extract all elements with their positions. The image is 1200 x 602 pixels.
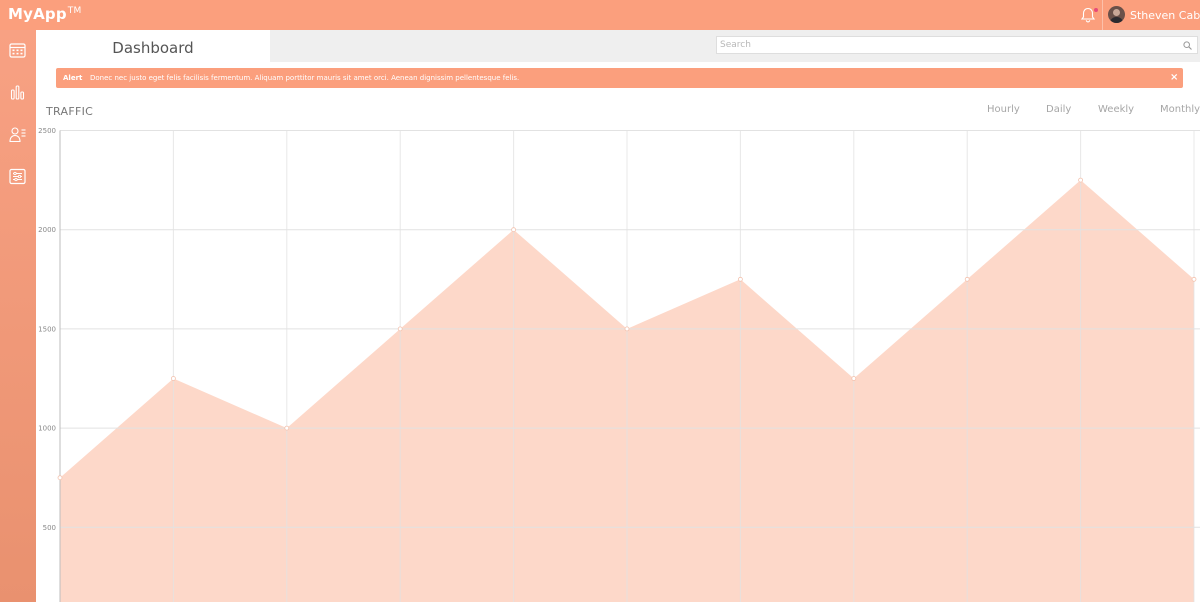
range-monthly[interactable]: Monthly bbox=[1160, 104, 1200, 115]
notification-dot bbox=[1094, 8, 1098, 12]
traffic-chart: 500 1000 1500 2000 2500 bbox=[38, 127, 1200, 602]
data-point bbox=[738, 276, 743, 282]
search-box bbox=[716, 36, 1198, 54]
alert-label: Alert bbox=[63, 74, 83, 82]
user-list-icon[interactable] bbox=[8, 125, 27, 144]
calendar-icon[interactable] bbox=[8, 41, 27, 60]
avatar[interactable] bbox=[1108, 6, 1125, 23]
traffic-title: TRAFFIC bbox=[46, 105, 94, 118]
y-tick-label: 2000 bbox=[38, 226, 56, 234]
bar-chart-icon[interactable] bbox=[8, 83, 27, 102]
settings-panel-icon[interactable] bbox=[8, 167, 27, 186]
alert-banner: Alert Donec nec justo eget felis facilis… bbox=[56, 68, 1183, 88]
data-point bbox=[284, 425, 290, 431]
y-tick-label: 1500 bbox=[38, 325, 56, 333]
range-weekly[interactable]: Weekly bbox=[1098, 104, 1134, 115]
data-point bbox=[511, 227, 517, 233]
data-point bbox=[624, 326, 630, 332]
app-logo[interactable]: MyAppTM bbox=[8, 5, 81, 23]
top-bar: MyAppTM Stheven Cabral bbox=[0, 0, 1200, 30]
sidebar bbox=[0, 30, 36, 602]
data-point bbox=[57, 475, 63, 481]
data-point bbox=[964, 276, 970, 282]
range-hourly[interactable]: Hourly bbox=[987, 104, 1020, 115]
user-name[interactable]: Stheven Cabral bbox=[1130, 9, 1200, 22]
trademark: TM bbox=[67, 6, 82, 16]
data-point bbox=[1191, 276, 1197, 282]
search-input[interactable] bbox=[720, 37, 1170, 53]
data-point bbox=[851, 376, 857, 381]
topbar-divider bbox=[1102, 0, 1103, 30]
search-icon[interactable] bbox=[1183, 41, 1192, 50]
range-daily[interactable]: Daily bbox=[1046, 104, 1071, 115]
tab-dashboard[interactable]: Dashboard bbox=[36, 30, 270, 62]
data-point bbox=[1078, 177, 1083, 183]
data-point bbox=[397, 326, 403, 332]
app-name: MyApp bbox=[8, 5, 67, 23]
y-tick-label: 2500 bbox=[38, 127, 56, 135]
close-icon[interactable]: × bbox=[1170, 72, 1178, 83]
y-tick-label: 1000 bbox=[38, 425, 56, 433]
data-point bbox=[170, 376, 176, 381]
y-tick-label: 500 bbox=[43, 524, 56, 532]
alert-message: Donec nec justo eget felis facilisis fer… bbox=[90, 74, 520, 82]
